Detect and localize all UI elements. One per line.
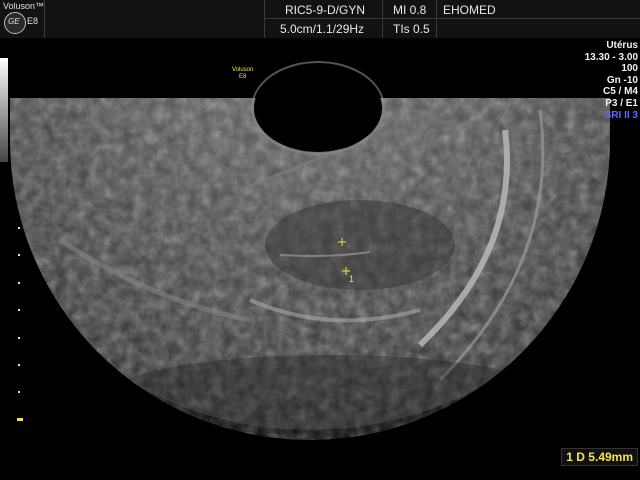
param-frequency: 13.30 - 3.00: [584, 51, 638, 63]
measurement-result: 1 D 5.49mm: [561, 448, 638, 466]
param-c-m: C5 / M4: [602, 86, 638, 98]
watermark-line: E8: [239, 74, 247, 80]
voluson-watermark: Voluson E8: [232, 67, 253, 81]
watermark-line: Voluson: [232, 67, 254, 73]
ultrasound-image: 1: [10, 61, 610, 440]
param-power: 100: [621, 63, 638, 75]
param-mode: Utérus: [606, 40, 638, 51]
param-gain: Gn -10: [606, 74, 638, 86]
param-sri: SRI II 3: [604, 109, 638, 121]
caliper-number: 1: [349, 274, 354, 284]
parameter-panel: Utérus 13.30 - 3.00 100 Gn -10 C5 / M4 P…: [585, 40, 638, 121]
param-p-e: P3 / E1: [605, 97, 638, 109]
